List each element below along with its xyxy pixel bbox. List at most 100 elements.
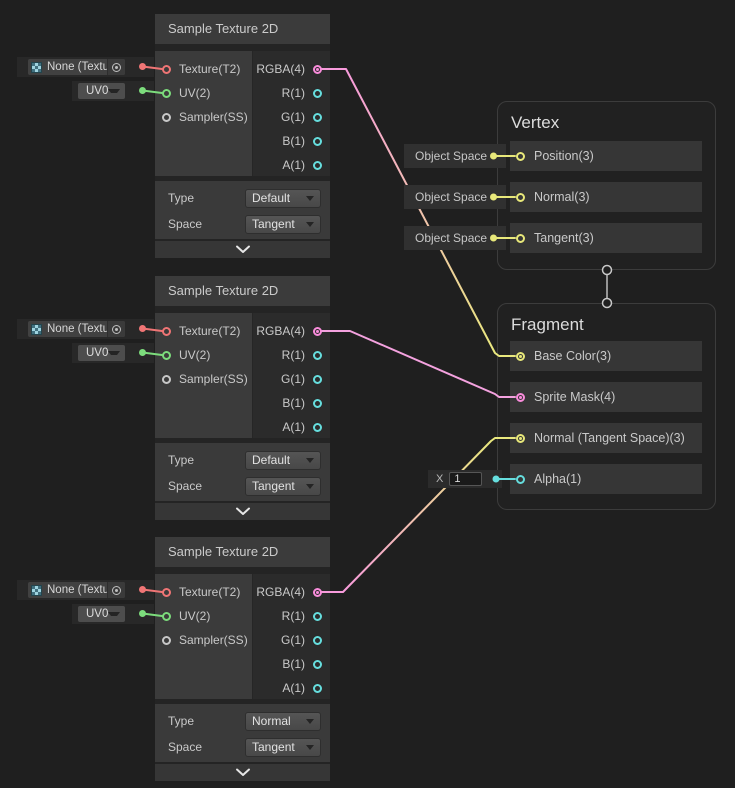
- node-header[interactable]: Sample Texture 2D: [155, 276, 330, 306]
- node-sample-texture-2d-3[interactable]: Sample Texture 2D Texture(T2) UV(2) Samp…: [155, 537, 330, 781]
- block-row-tangent[interactable]: Tangent(3): [510, 223, 702, 253]
- texture-default-strip: None (Textu: [17, 57, 154, 77]
- block-row-normal[interactable]: Normal(3): [510, 182, 702, 212]
- edge-sample1-rgba-to-base-color[interactable]: [322, 69, 515, 356]
- alpha-value-input[interactable]: [449, 472, 482, 486]
- port-r-output[interactable]: [313, 351, 322, 360]
- dropdown-value: Default: [252, 453, 306, 467]
- space-dropdown[interactable]: Tangent: [245, 215, 321, 234]
- block-row-sprite-mask[interactable]: Sprite Mask(4): [510, 382, 702, 412]
- port-texture-input[interactable]: [162, 65, 171, 74]
- node-title: Vertex: [511, 113, 715, 133]
- dropdown-value: Default: [252, 191, 306, 205]
- node-controls: Type Default Space Tangent: [155, 443, 330, 501]
- control-label: Type: [168, 714, 245, 728]
- chevron-down-icon: [235, 768, 251, 777]
- texture-object-field[interactable]: None (Textu: [28, 321, 125, 337]
- port-uv-input[interactable]: [162, 89, 171, 98]
- port-r-output[interactable]: [313, 89, 322, 98]
- uv-channel-dropdown[interactable]: UV0: [78, 83, 125, 99]
- collapse-button[interactable]: [155, 241, 330, 258]
- port-g-output[interactable]: [313, 636, 322, 645]
- block-row-normal-tangent-space[interactable]: Normal (Tangent Space)(3): [510, 423, 702, 453]
- port-g-output[interactable]: [313, 113, 322, 122]
- port-a-output[interactable]: [313, 161, 322, 170]
- port-b-output[interactable]: [313, 399, 322, 408]
- block-row-base-color[interactable]: Base Color(3): [510, 341, 702, 371]
- space-binding-chip-normal: Object Space: [404, 185, 506, 209]
- texture-object-field[interactable]: None (Textu: [28, 582, 125, 598]
- dropdown-arrow-icon: [108, 89, 120, 93]
- object-picker-button[interactable]: [107, 59, 125, 75]
- port-sampler-input[interactable]: [162, 113, 171, 122]
- port-a-output[interactable]: [313, 684, 322, 693]
- port-normal-tangent-space-input[interactable]: [516, 434, 525, 443]
- dropdown-arrow-icon: [306, 458, 314, 463]
- node-title: Fragment: [511, 315, 715, 335]
- port-texture-input[interactable]: [162, 588, 171, 597]
- port-normal-input[interactable]: [516, 193, 525, 202]
- object-picker-button[interactable]: [107, 582, 125, 598]
- dropdown-arrow-icon: [108, 612, 120, 616]
- port-b-output[interactable]: [313, 660, 322, 669]
- port-label: G(1): [281, 110, 305, 124]
- port-rgba-output[interactable]: [313, 588, 322, 597]
- texture-field-value: None (Textu: [47, 61, 107, 73]
- port-label: RGBA(4): [256, 585, 305, 599]
- dropdown-value: UV0: [86, 347, 108, 359]
- port-label: Sampler(SS): [179, 110, 248, 124]
- alpha-default-widget: X: [428, 470, 502, 488]
- port-uv-input[interactable]: [162, 612, 171, 621]
- port-sampler-input[interactable]: [162, 636, 171, 645]
- space-binding-chip-position: Object Space: [404, 144, 506, 168]
- block-row-position[interactable]: Position(3): [510, 141, 702, 171]
- collapse-button[interactable]: [155, 764, 330, 781]
- node-sample-texture-2d-1[interactable]: Sample Texture 2D Texture(T2) UV(2) Samp…: [155, 14, 330, 258]
- node-header[interactable]: Sample Texture 2D: [155, 537, 330, 567]
- uv-channel-dropdown[interactable]: UV0: [78, 606, 125, 622]
- port-label: Texture(T2): [179, 62, 240, 76]
- block-row-alpha[interactable]: Alpha(1): [510, 464, 702, 494]
- port-label: A(1): [282, 681, 305, 695]
- port-r-output[interactable]: [313, 612, 322, 621]
- space-dropdown[interactable]: Tangent: [245, 477, 321, 496]
- chevron-down-icon: [235, 507, 251, 516]
- port-alpha-input[interactable]: [516, 475, 525, 484]
- node-vertex[interactable]: Vertex Position(3) Normal(3) Tangent(3): [497, 101, 716, 270]
- port-sampler-input[interactable]: [162, 375, 171, 384]
- port-label: UV(2): [179, 86, 210, 100]
- port-base-color-input[interactable]: [516, 352, 525, 361]
- dropdown-value: Tangent: [252, 479, 306, 493]
- port-a-output[interactable]: [313, 423, 322, 432]
- edge-sample2-rgba-to-sprite-mask[interactable]: [322, 331, 515, 397]
- port-label: Normal(3): [534, 190, 590, 204]
- type-dropdown[interactable]: Default: [245, 451, 321, 470]
- type-dropdown[interactable]: Normal: [245, 712, 321, 731]
- port-b-output[interactable]: [313, 137, 322, 146]
- node-fragment[interactable]: Fragment Base Color(3) Sprite Mask(4) No…: [497, 303, 716, 510]
- node-sample-texture-2d-2[interactable]: Sample Texture 2D Texture(T2) UV(2) Samp…: [155, 276, 330, 520]
- space-dropdown[interactable]: Tangent: [245, 738, 321, 757]
- object-picker-button[interactable]: [107, 321, 125, 337]
- port-sprite-mask-input[interactable]: [516, 393, 525, 402]
- port-texture-input[interactable]: [162, 327, 171, 336]
- type-dropdown[interactable]: Default: [245, 189, 321, 208]
- port-tangent-input[interactable]: [516, 234, 525, 243]
- shader-graph-canvas[interactable]: Vertex Position(3) Normal(3) Tangent(3) …: [0, 0, 735, 788]
- dropdown-value: Tangent: [252, 217, 306, 231]
- port-label: A(1): [282, 158, 305, 172]
- collapse-button[interactable]: [155, 503, 330, 520]
- texture-object-field[interactable]: None (Textu: [28, 59, 125, 75]
- control-label: Space: [168, 217, 245, 231]
- port-uv-input[interactable]: [162, 351, 171, 360]
- texture-checker-icon: [31, 62, 42, 73]
- node-header[interactable]: Sample Texture 2D: [155, 14, 330, 44]
- port-label: Base Color(3): [534, 349, 611, 363]
- port-position-input[interactable]: [516, 152, 525, 161]
- port-label: Sampler(SS): [179, 372, 248, 386]
- port-rgba-output[interactable]: [313, 327, 322, 336]
- port-rgba-output[interactable]: [313, 65, 322, 74]
- edge-sample3-rgba-to-normal-tangent-space[interactable]: [322, 438, 515, 592]
- uv-channel-dropdown[interactable]: UV0: [78, 345, 125, 361]
- port-g-output[interactable]: [313, 375, 322, 384]
